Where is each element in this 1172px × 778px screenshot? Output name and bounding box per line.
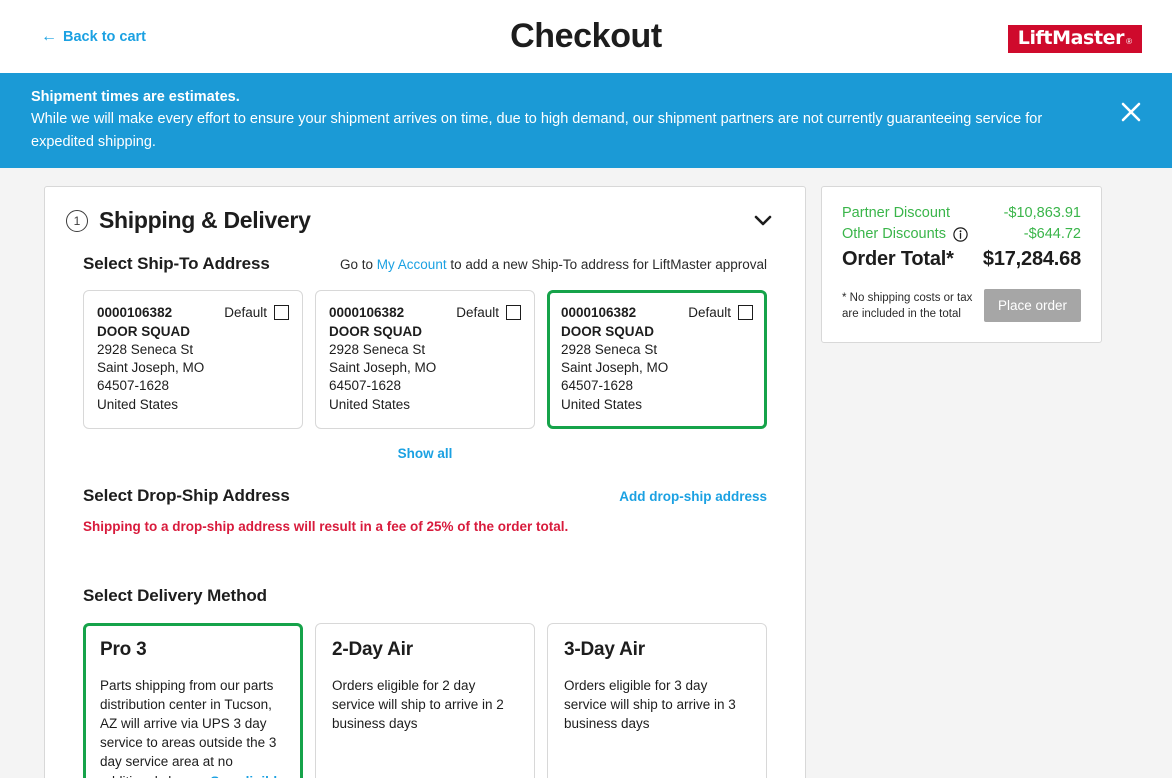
banner-title: Shipment times are estimates. bbox=[31, 89, 240, 105]
address-city-state: Saint Joseph, MO bbox=[97, 360, 205, 376]
delivery-method-title: 2-Day Air bbox=[332, 638, 413, 660]
default-checkbox[interactable] bbox=[506, 305, 521, 321]
section-body: Select Ship-To Address Go to My Account … bbox=[45, 254, 805, 778]
partner-discount-value: -$10,863.91 bbox=[1003, 205, 1081, 222]
address-country: United States bbox=[561, 396, 643, 412]
address-card[interactable]: 0000106382 DOOR SQUAD 2928 Seneca St Sai… bbox=[83, 290, 303, 429]
address-company: DOOR SQUAD bbox=[329, 323, 423, 339]
order-summary-card: Partner Discount -$10,863.91 Other Disco… bbox=[821, 186, 1102, 344]
address-country: United States bbox=[97, 396, 179, 412]
order-total-label: Order Total* bbox=[842, 248, 954, 271]
address-account: 0000106382 bbox=[329, 305, 405, 321]
info-icon[interactable] bbox=[953, 227, 968, 242]
default-label: Default bbox=[688, 305, 731, 321]
default-checkbox[interactable] bbox=[274, 305, 289, 321]
default-label: Default bbox=[224, 305, 267, 321]
logo-registered-mark: ® bbox=[1126, 37, 1132, 46]
logo-text: LiftMaster bbox=[1017, 27, 1125, 49]
add-drop-ship-address-link[interactable]: Add drop-ship address bbox=[619, 489, 767, 504]
address-country: United States bbox=[329, 396, 411, 412]
place-order-button[interactable]: Place order bbox=[983, 289, 1081, 323]
delivery-method-card[interactable]: 3-Day Air Orders eligible for 3 day serv… bbox=[547, 622, 767, 778]
delivery-method-description: Orders eligible for 3 day service will s… bbox=[564, 677, 736, 732]
delivery-method-card-selected[interactable]: Pro 3 Parts shipping from our parts dist… bbox=[83, 622, 303, 778]
ship-to-heading: Select Ship-To Address bbox=[83, 254, 270, 274]
address-card[interactable]: 0000106382 DOOR SQUAD 2928 Seneca St Sai… bbox=[315, 290, 535, 429]
liftmaster-logo: LiftMaster ® bbox=[1007, 25, 1142, 53]
address-street: 2928 Seneca St bbox=[561, 341, 658, 357]
ship-to-header-row: Select Ship-To Address Go to My Account … bbox=[83, 254, 767, 274]
default-toggle-group: Default bbox=[688, 304, 753, 321]
shipment-notice-banner: Shipment times are estimates. While we w… bbox=[0, 73, 1172, 169]
page-header: ← Back to cart Checkout LiftMaster ® bbox=[0, 0, 1172, 73]
close-icon[interactable] bbox=[1118, 99, 1144, 125]
delivery-method-list: Pro 3 Parts shipping from our parts dist… bbox=[83, 622, 767, 778]
drop-ship-header-row: Select Drop-Ship Address Add drop-ship a… bbox=[83, 486, 767, 506]
chevron-down-icon[interactable] bbox=[751, 209, 775, 233]
address-company: DOOR SQUAD bbox=[561, 323, 655, 339]
partner-discount-label: Partner Discount bbox=[842, 205, 950, 222]
order-total-footnote: * No shipping costs or tax are included … bbox=[842, 292, 973, 320]
address-zip: 64507-1628 bbox=[97, 378, 170, 394]
show-all-row: Show all bbox=[83, 446, 767, 461]
other-discounts-row: Other Discounts -$644.72 bbox=[842, 226, 1081, 242]
address-zip: 64507-1628 bbox=[329, 378, 402, 394]
my-account-helper-text: Go to My Account to add a new Ship-To ad… bbox=[340, 257, 767, 272]
other-discounts-value: -$644.72 bbox=[1023, 226, 1081, 243]
section-title: Shipping & Delivery bbox=[99, 207, 311, 234]
section-header: 1 Shipping & Delivery bbox=[45, 207, 805, 234]
default-checkbox[interactable] bbox=[738, 305, 753, 321]
partner-discount-row: Partner Discount -$10,863.91 bbox=[842, 205, 1081, 221]
delivery-method-heading: Select Delivery Method bbox=[83, 585, 267, 605]
order-summary-footer: * No shipping costs or tax are included … bbox=[842, 289, 1081, 323]
drop-ship-fee-warning: Shipping to a drop-ship address will res… bbox=[83, 518, 569, 534]
default-label: Default bbox=[456, 305, 499, 321]
show-all-link[interactable]: Show all bbox=[398, 446, 453, 461]
delivery-method-description: Parts shipping from our parts distributi… bbox=[100, 676, 286, 778]
step-number-badge: 1 bbox=[66, 209, 88, 232]
delivery-method-description: Orders eligible for 2 day service will s… bbox=[332, 677, 504, 732]
address-city-state: Saint Joseph, MO bbox=[561, 360, 669, 376]
banner-body: While we will make every effort to ensur… bbox=[31, 111, 1043, 150]
address-account: 0000106382 bbox=[561, 305, 637, 321]
page-content: 1 Shipping & Delivery Select Ship-To Add… bbox=[0, 168, 1172, 778]
address-zip: 64507-1628 bbox=[561, 378, 634, 394]
address-lines: 0000106382 DOOR SQUAD 2928 Seneca St Sai… bbox=[329, 304, 436, 413]
drop-ship-heading: Select Drop-Ship Address bbox=[83, 485, 290, 505]
shipping-delivery-card: 1 Shipping & Delivery Select Ship-To Add… bbox=[44, 186, 806, 778]
address-street: 2928 Seneca St bbox=[97, 341, 194, 357]
delivery-method-title: 3-Day Air bbox=[564, 638, 645, 660]
delivery-desc-text: Parts shipping from our parts distributi… bbox=[100, 677, 277, 778]
default-toggle-group: Default bbox=[224, 304, 289, 321]
address-lines: 0000106382 DOOR SQUAD 2928 Seneca St Sai… bbox=[97, 304, 204, 413]
address-card-list: 0000106382 DOOR SQUAD 2928 Seneca St Sai… bbox=[83, 290, 767, 429]
helper-prefix: Go to bbox=[340, 257, 377, 273]
page-title: Checkout bbox=[510, 17, 662, 55]
order-total-row: Order Total* $17,284.68 bbox=[842, 248, 1081, 271]
delivery-method-title: Pro 3 bbox=[100, 638, 147, 660]
my-account-link[interactable]: My Account bbox=[377, 257, 447, 272]
helper-suffix: to add a new Ship-To address for LiftMas… bbox=[446, 257, 767, 273]
address-street: 2928 Seneca St bbox=[329, 341, 426, 357]
address-account: 0000106382 bbox=[97, 305, 173, 321]
address-company: DOOR SQUAD bbox=[97, 323, 191, 339]
order-total-value: $17,284.68 bbox=[982, 248, 1081, 271]
delivery-method-card[interactable]: 2-Day Air Orders eligible for 2 day serv… bbox=[315, 622, 535, 778]
address-card-selected[interactable]: 0000106382 DOOR SQUAD 2928 Seneca St Sai… bbox=[547, 290, 767, 429]
other-discounts-label: Other Discounts bbox=[842, 226, 946, 243]
default-toggle-group: Default bbox=[456, 304, 521, 321]
address-city-state: Saint Joseph, MO bbox=[329, 360, 437, 376]
address-lines: 0000106382 DOOR SQUAD 2928 Seneca St Sai… bbox=[561, 304, 668, 413]
